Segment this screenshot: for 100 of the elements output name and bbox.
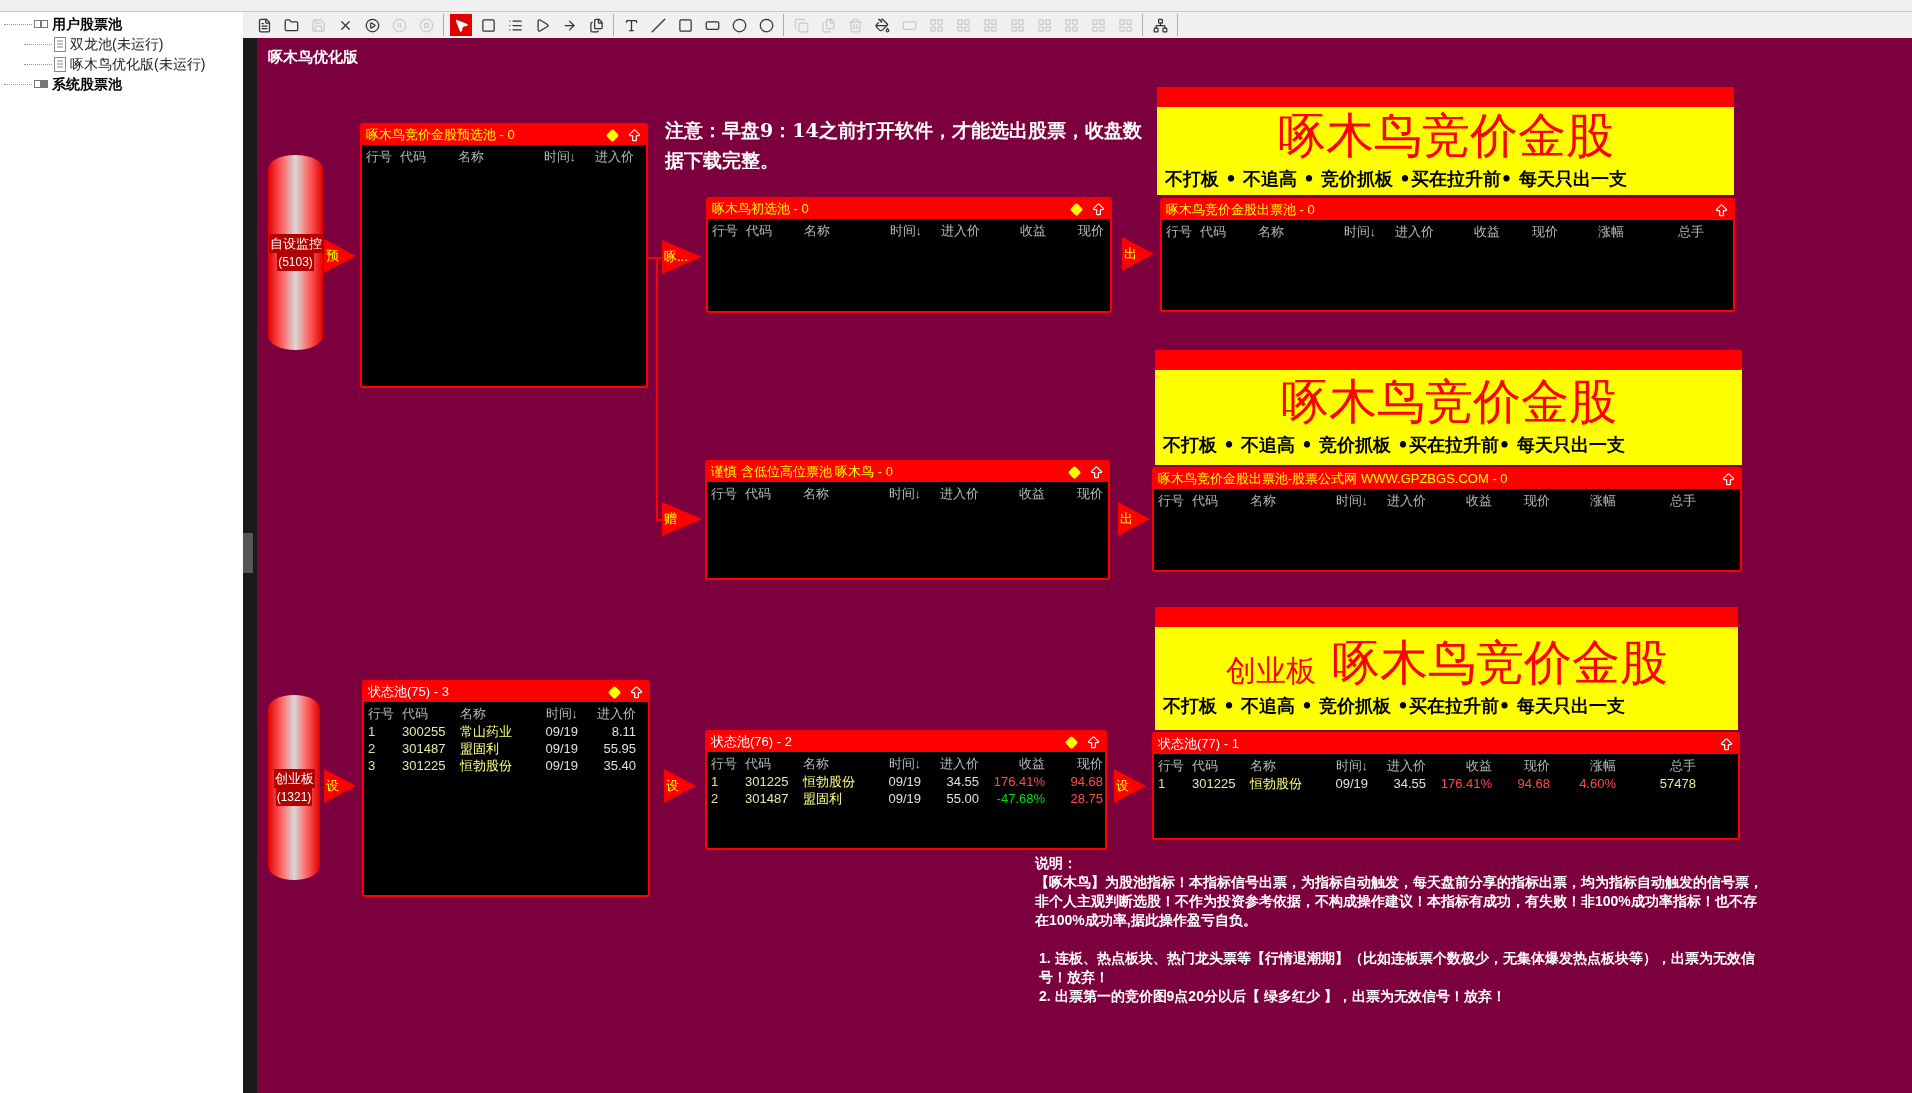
column-header[interactable]: 代码	[1192, 756, 1250, 776]
column-header[interactable]: 名称	[1250, 491, 1320, 511]
notes-item: 2. 出票第一的竞价图9点20分以后【 绿多红少 】，出票为无效信号！放弃！	[1038, 987, 1507, 1006]
column-header[interactable]: 总手	[1616, 756, 1696, 776]
column-header[interactable]: 时间↓	[1320, 756, 1368, 776]
flow-arrow[interactable]: 设	[324, 769, 356, 803]
column-header[interactable]: 代码	[400, 147, 458, 167]
column-header[interactable]: 总手	[1624, 222, 1704, 242]
column-header[interactable]: 名称	[804, 221, 874, 241]
diamond-icon[interactable]	[1068, 465, 1081, 479]
column-header[interactable]: 代码	[745, 754, 803, 774]
column-header[interactable]: 名称	[1250, 756, 1320, 776]
column-header[interactable]: 代码	[1192, 491, 1250, 511]
up-arrow-icon[interactable]	[1089, 464, 1104, 480]
up-arrow-icon[interactable]	[1719, 736, 1734, 752]
up-arrow-icon[interactable]	[1091, 201, 1106, 217]
column-header[interactable]: 时间↓	[873, 754, 921, 774]
column-header[interactable]: 行号	[1158, 756, 1192, 776]
column-header[interactable]: 行号	[1166, 222, 1200, 242]
link-icon[interactable]	[34, 80, 48, 88]
column-header[interactable]: 进入价	[921, 754, 979, 774]
table-cell-text: 09/19	[887, 790, 921, 809]
column-header[interactable]: 进入价	[1368, 756, 1426, 776]
column-header[interactable]: 进入价	[1376, 222, 1434, 242]
notice-text: 注意：早盘9：14之前打开软件，才能选出股票，收盘数据下载完整。	[665, 118, 1143, 173]
column-header[interactable]: 进入价	[578, 704, 636, 724]
flow-arrow[interactable]: 设	[664, 769, 696, 803]
column-header[interactable]: 进入价	[922, 221, 980, 241]
grid-icon	[1090, 17, 1106, 33]
tree-item[interactable]: 双龙池(未运行)	[70, 33, 164, 55]
diamond-icon[interactable]	[1065, 735, 1078, 749]
link-icon[interactable]	[34, 20, 48, 28]
column-header[interactable]: 名称	[803, 484, 873, 504]
column-header[interactable]: 行号	[366, 147, 400, 167]
flow-arrow[interactable]: 出	[1122, 237, 1154, 271]
column-header[interactable]: 收益	[1426, 491, 1492, 511]
tree-item[interactable]: 系统股票池	[52, 73, 122, 95]
flow-arrow[interactable]: 出	[1118, 502, 1150, 536]
column-header[interactable]: 收益	[1434, 222, 1500, 242]
column-header[interactable]: 时间↓	[873, 484, 921, 504]
diamond-icon[interactable]	[606, 128, 619, 142]
splitter-handle[interactable]	[243, 532, 253, 573]
column-header[interactable]: 现价	[1045, 484, 1103, 504]
column-header[interactable]: 行号	[1158, 491, 1192, 511]
column-header[interactable]: 涨幅	[1550, 491, 1616, 511]
column-header[interactable]: 现价	[1045, 754, 1103, 774]
banner-title: 啄木鸟竞价金股	[1331, 638, 1668, 686]
flow-arrow[interactable]: 赠	[662, 502, 702, 536]
diamond-icon[interactable]	[1070, 202, 1083, 216]
document-icon	[54, 36, 66, 52]
toolbar-button[interactable]	[450, 14, 472, 36]
column-header[interactable]: 行号	[711, 484, 745, 504]
text-icon	[623, 17, 639, 33]
column-header[interactable]: 名称	[460, 704, 530, 724]
column-header[interactable]: 代码	[402, 704, 460, 724]
column-header[interactable]: 现价	[1046, 221, 1104, 241]
flow-arrow[interactable]: 啄...	[662, 240, 702, 274]
column-header[interactable]: 总手	[1616, 491, 1696, 511]
up-arrow-icon[interactable]	[627, 127, 642, 143]
column-header[interactable]: 名称	[1258, 222, 1328, 242]
cylinder-node[interactable]: 创业板 (1321)	[268, 695, 320, 880]
column-header[interactable]: 现价	[1492, 491, 1550, 511]
column-header[interactable]: 现价	[1500, 222, 1558, 242]
column-header[interactable]: 行号	[711, 754, 745, 774]
column-header[interactable]: 时间↓	[1328, 222, 1376, 242]
tree-item[interactable]: 啄木鸟优化版(未运行)	[70, 53, 206, 75]
column-header[interactable]: 涨幅	[1558, 222, 1624, 242]
column-header[interactable]: 进入价	[921, 484, 979, 504]
column-header[interactable]: 时间↓	[874, 221, 922, 241]
column-header[interactable]: 代码	[1200, 222, 1258, 242]
column-header[interactable]: 行号	[712, 221, 746, 241]
column-header[interactable]: 收益	[1426, 756, 1492, 776]
column-header[interactable]: 名称	[458, 147, 528, 167]
column-header[interactable]: 进入价	[576, 147, 634, 167]
column-header[interactable]: 现价	[1492, 756, 1550, 776]
up-arrow-icon[interactable]	[629, 684, 644, 700]
table-cell-text: 55.95	[602, 740, 636, 759]
pause-icon	[391, 17, 407, 33]
column-header[interactable]: 时间↓	[528, 147, 576, 167]
diamond-icon[interactable]	[608, 685, 621, 699]
column-header[interactable]: 收益	[979, 484, 1045, 504]
column-header[interactable]: 名称	[803, 754, 873, 774]
tree-item[interactable]: 用户股票池	[52, 13, 122, 35]
column-header[interactable]: 代码	[745, 484, 803, 504]
up-arrow-icon[interactable]	[1086, 734, 1101, 750]
column-header[interactable]: 收益	[980, 221, 1046, 241]
flow-arrow[interactable]: 预	[324, 239, 356, 273]
column-header[interactable]: 行号	[368, 704, 402, 724]
up-arrow-icon[interactable]	[1714, 202, 1729, 218]
flow-arrow[interactable]: 设	[1114, 769, 1146, 803]
cylinder-node[interactable]: 自设监控 (5103)	[268, 155, 323, 350]
column-header[interactable]: 时间↓	[530, 704, 578, 724]
table-cell-text: 94.68	[1516, 775, 1550, 794]
column-header[interactable]: 时间↓	[1320, 491, 1368, 511]
column-header[interactable]: 收益	[979, 754, 1045, 774]
column-header[interactable]: 进入价	[1368, 491, 1426, 511]
up-arrow-icon[interactable]	[1721, 471, 1736, 487]
banner-slogan: 不打板 • 不追高 • 竞价抓板 •买在拉升前• 每天只出一支	[1163, 433, 1626, 457]
column-header[interactable]: 代码	[746, 221, 804, 241]
column-header[interactable]: 涨幅	[1550, 756, 1616, 776]
